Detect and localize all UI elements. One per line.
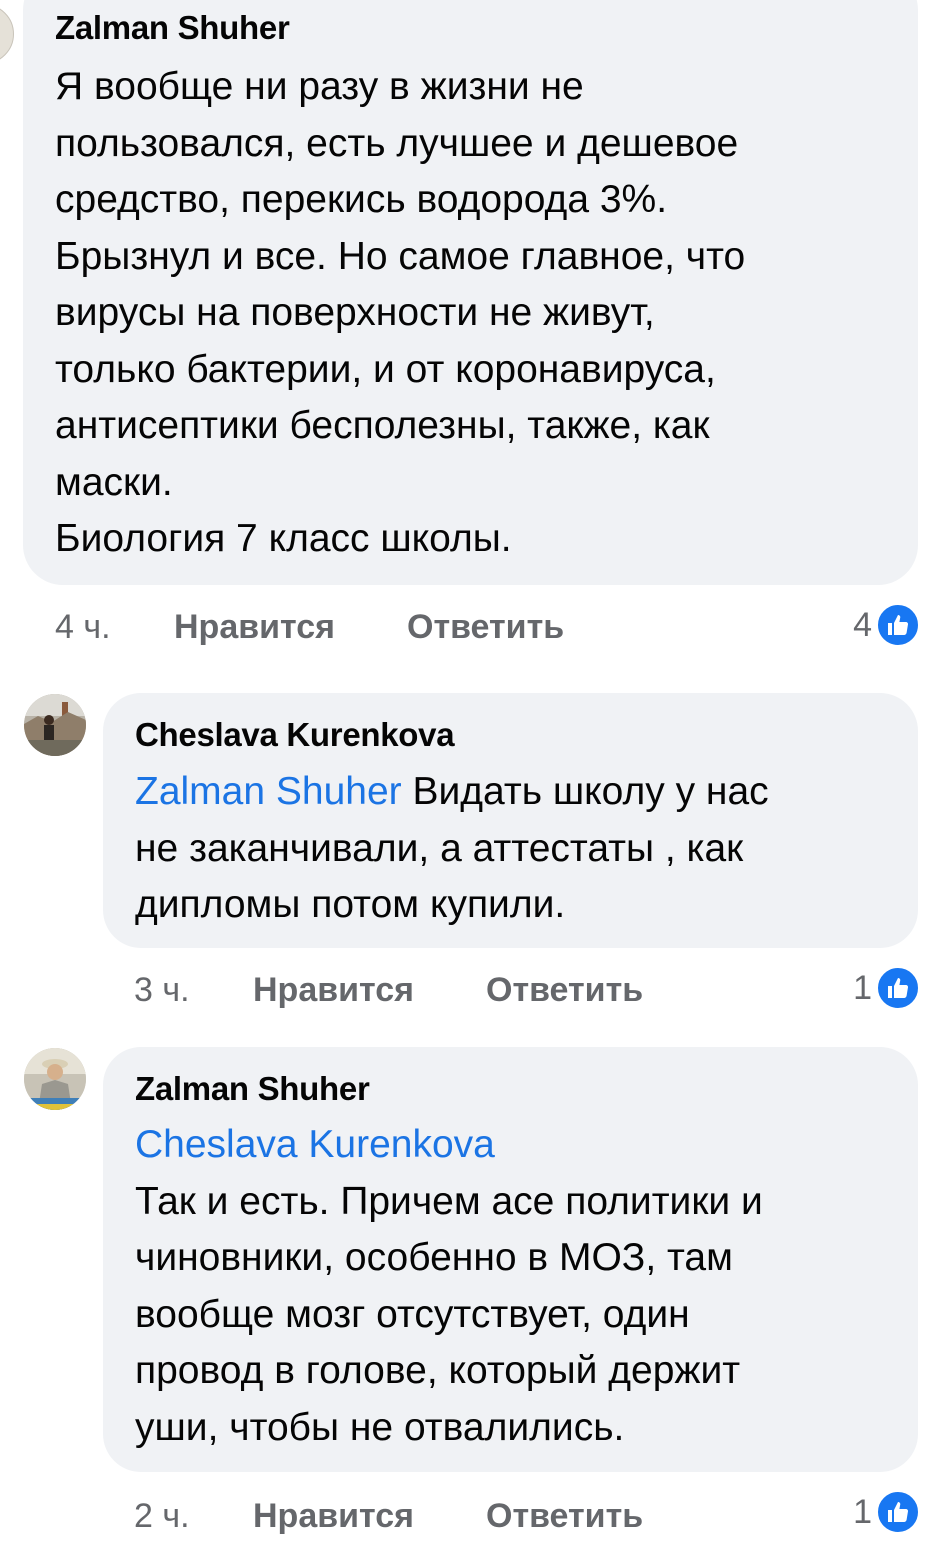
mention-link[interactable]: Cheslava Kurenkova [135, 1117, 905, 1174]
comment-text: Zalman Shuher Видать школу у нас не зака… [135, 764, 905, 934]
text-line: Zalman Shuher Видать школу у нас [135, 764, 905, 821]
comment-author[interactable]: Cheslava Kurenkova [135, 715, 455, 755]
comment-author[interactable]: Zalman Shuher [55, 8, 290, 48]
timestamp[interactable]: 4 ч. [55, 605, 111, 649]
reaction-summary[interactable]: 1 [853, 1490, 920, 1534]
like-button[interactable]: Нравится [253, 1494, 414, 1538]
like-button[interactable]: Нравится [174, 605, 335, 649]
reaction-summary[interactable]: 4 [853, 603, 920, 647]
reply-button[interactable]: Ответить [486, 1494, 643, 1538]
comment-author[interactable]: Zalman Shuher [135, 1069, 370, 1109]
text-line: Я вообще ни разу в жизни не [55, 65, 584, 108]
text-line: вирусы на поверхности не живут, [55, 291, 655, 334]
reaction-count: 1 [853, 968, 872, 1007]
text-line: только бактерии, и от коронавируса, [55, 347, 716, 391]
comment-text: Я вообще ни разу в жизни не пользовался,… [55, 59, 905, 568]
text-line: не заканчивали, а аттестаты , как [135, 826, 744, 870]
like-icon [876, 1490, 920, 1534]
mention-link[interactable]: Zalman Shuher [135, 770, 402, 813]
reaction-count: 4 [853, 605, 872, 644]
like-button[interactable]: Нравится [253, 968, 414, 1012]
reaction-summary[interactable]: 1 [853, 966, 920, 1010]
comment-text: Cheslava Kurenkova Так и есть. Причем ас… [135, 1117, 905, 1456]
reply-button[interactable]: Ответить [486, 968, 643, 1012]
text-line: пользовался, есть лучшее и дешевое [55, 121, 739, 165]
text-line: провод в голове, который держит [135, 1349, 741, 1392]
text-segment: Видать школу у нас [401, 770, 769, 813]
timestamp[interactable]: 3 ч. [134, 968, 190, 1012]
avatar[interactable] [0, 4, 14, 64]
timestamp[interactable]: 2 ч. [134, 1494, 190, 1538]
text-line: Так и есть. Причем асе политики и [135, 1179, 763, 1223]
comment-bubble: Cheslava Kurenkova Zalman Shuher Видать … [103, 693, 918, 948]
text-line: чиновники, особенно в МОЗ, там [135, 1236, 733, 1279]
reaction-count: 1 [853, 1492, 872, 1531]
like-icon [876, 603, 920, 647]
avatar[interactable] [24, 694, 86, 756]
text-line: уши, чтобы не отвалились. [135, 1405, 625, 1449]
reply-button[interactable]: Ответить [407, 605, 564, 649]
text-line: маски. [55, 460, 173, 504]
avatar[interactable] [24, 1048, 86, 1110]
text-line: антисептики бесполезны, также, как [55, 404, 710, 447]
comment-bubble: Zalman Shuher Cheslava Kurenkova Так и е… [103, 1047, 918, 1472]
text-line: Биология 7 класс школы. [55, 517, 512, 560]
text-line: Брызнул и все. Но самое главное, что [55, 234, 746, 278]
text-line: средство, перекись водорода 3%. [55, 178, 668, 221]
text-line: дипломы потом купили. [135, 883, 566, 926]
comment-bubble: Zalman Shuher Я вообще ни разу в жизни н… [23, 0, 918, 585]
text-line: вообще мозг отсутствует, один [135, 1292, 690, 1336]
like-icon [876, 966, 920, 1010]
